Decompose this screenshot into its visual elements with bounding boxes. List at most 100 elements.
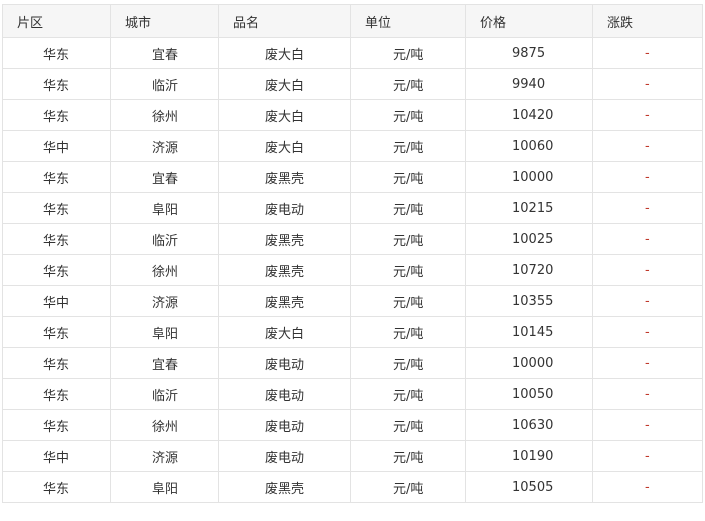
cell-price: 10720 (465, 254, 593, 286)
cell-change: - (592, 409, 703, 441)
cell-change: - (592, 130, 703, 162)
table-row: 华东 临沂 废电动 元/吨 10050- (2, 378, 703, 410)
cell-region: 华东 (2, 316, 111, 348)
table-row: 华中 济源 废电动 元/吨 10190- (2, 440, 703, 472)
cell-product: 废黑壳 (218, 161, 351, 193)
column-header-price: 价格 (465, 4, 593, 38)
cell-city: 徐州 (110, 409, 219, 441)
cell-price: 10000 (465, 347, 593, 379)
cell-product: 废电动 (218, 347, 351, 379)
cell-price: 9875 (465, 37, 593, 69)
cell-price: 10355 (465, 285, 593, 317)
cell-region: 华东 (2, 254, 111, 286)
cell-region: 华东 (2, 68, 111, 100)
cell-unit: 元/吨 (350, 37, 466, 69)
cell-product: 废大白 (218, 316, 351, 348)
price-table: 片区 城市 品名 单位 价格 涨跌 华东 宜春 废大白 元/吨 9875- 华东 临沂 废大白… (2, 4, 703, 503)
cell-change: - (592, 254, 703, 286)
cell-product: 废黑壳 (218, 285, 351, 317)
cell-price: 10025 (465, 223, 593, 255)
cell-change: - (592, 285, 703, 317)
cell-change: - (592, 440, 703, 472)
table-row: 华东 徐州 废大白 元/吨 10420- (2, 99, 703, 131)
cell-unit: 元/吨 (350, 130, 466, 162)
table-row: 华东 临沂 废大白 元/吨 9940- (2, 68, 703, 100)
table-row: 华中 济源 废黑壳 元/吨 10355- (2, 285, 703, 317)
table-body: 华东 宜春 废大白 元/吨 9875- 华东 临沂 废大白 元/吨 9940- 华东 徐州 废大白 元/吨… (2, 37, 703, 503)
cell-change: - (592, 378, 703, 410)
cell-change: - (592, 347, 703, 379)
cell-change: - (592, 223, 703, 255)
cell-city: 宜春 (110, 161, 219, 193)
table-row: 华东 临沂 废黑壳 元/吨 10025- (2, 223, 703, 255)
cell-change: - (592, 316, 703, 348)
cell-product: 废大白 (218, 68, 351, 100)
cell-unit: 元/吨 (350, 409, 466, 441)
cell-region: 华东 (2, 161, 111, 193)
cell-city: 济源 (110, 285, 219, 317)
cell-unit: 元/吨 (350, 99, 466, 131)
cell-price: 10050 (465, 378, 593, 410)
cell-unit: 元/吨 (350, 285, 466, 317)
cell-unit: 元/吨 (350, 316, 466, 348)
cell-city: 阜阳 (110, 316, 219, 348)
column-header-unit: 单位 (350, 4, 466, 38)
cell-region: 华东 (2, 409, 111, 441)
cell-unit: 元/吨 (350, 347, 466, 379)
cell-change: - (592, 68, 703, 100)
cell-region: 华东 (2, 347, 111, 379)
cell-region: 华中 (2, 130, 111, 162)
table-row: 华东 宜春 废电动 元/吨 10000- (2, 347, 703, 379)
table-row: 华中 济源 废大白 元/吨 10060- (2, 130, 703, 162)
cell-city: 临沂 (110, 223, 219, 255)
cell-price: 10215 (465, 192, 593, 224)
cell-region: 华中 (2, 440, 111, 472)
cell-product: 废黑壳 (218, 471, 351, 503)
cell-region: 华东 (2, 378, 111, 410)
cell-price: 10000 (465, 161, 593, 193)
cell-unit: 元/吨 (350, 254, 466, 286)
table-row: 华东 阜阳 废大白 元/吨 10145- (2, 316, 703, 348)
cell-city: 济源 (110, 440, 219, 472)
cell-product: 废大白 (218, 37, 351, 69)
cell-city: 临沂 (110, 68, 219, 100)
table-row: 华东 阜阳 废黑壳 元/吨 10505- (2, 471, 703, 503)
table-row: 华东 徐州 废黑壳 元/吨 10720- (2, 254, 703, 286)
cell-unit: 元/吨 (350, 471, 466, 503)
table-row: 华东 徐州 废电动 元/吨 10630- (2, 409, 703, 441)
cell-change: - (592, 192, 703, 224)
cell-city: 济源 (110, 130, 219, 162)
cell-region: 华东 (2, 471, 111, 503)
column-header-product: 品名 (218, 4, 351, 38)
cell-product: 废大白 (218, 99, 351, 131)
cell-product: 废黑壳 (218, 254, 351, 286)
cell-city: 阜阳 (110, 192, 219, 224)
cell-price: 10630 (465, 409, 593, 441)
cell-city: 徐州 (110, 99, 219, 131)
cell-region: 华中 (2, 285, 111, 317)
cell-change: - (592, 471, 703, 503)
cell-price: 9940 (465, 68, 593, 100)
cell-price: 10190 (465, 440, 593, 472)
cell-region: 华东 (2, 99, 111, 131)
cell-price: 10060 (465, 130, 593, 162)
cell-city: 临沂 (110, 378, 219, 410)
cell-unit: 元/吨 (350, 161, 466, 193)
cell-change: - (592, 99, 703, 131)
cell-unit: 元/吨 (350, 68, 466, 100)
header-row: 片区 城市 品名 单位 价格 涨跌 (2, 4, 703, 38)
cell-city: 宜春 (110, 347, 219, 379)
cell-product: 废电动 (218, 192, 351, 224)
cell-price: 10505 (465, 471, 593, 503)
cell-product: 废电动 (218, 440, 351, 472)
column-header-region: 片区 (2, 4, 111, 38)
table-row: 华东 阜阳 废电动 元/吨 10215- (2, 192, 703, 224)
cell-city: 阜阳 (110, 471, 219, 503)
cell-product: 废电动 (218, 409, 351, 441)
column-header-change: 涨跌 (592, 4, 703, 38)
table-row: 华东 宜春 废黑壳 元/吨 10000- (2, 161, 703, 193)
cell-region: 华东 (2, 192, 111, 224)
cell-product: 废黑壳 (218, 223, 351, 255)
cell-unit: 元/吨 (350, 223, 466, 255)
cell-unit: 元/吨 (350, 192, 466, 224)
